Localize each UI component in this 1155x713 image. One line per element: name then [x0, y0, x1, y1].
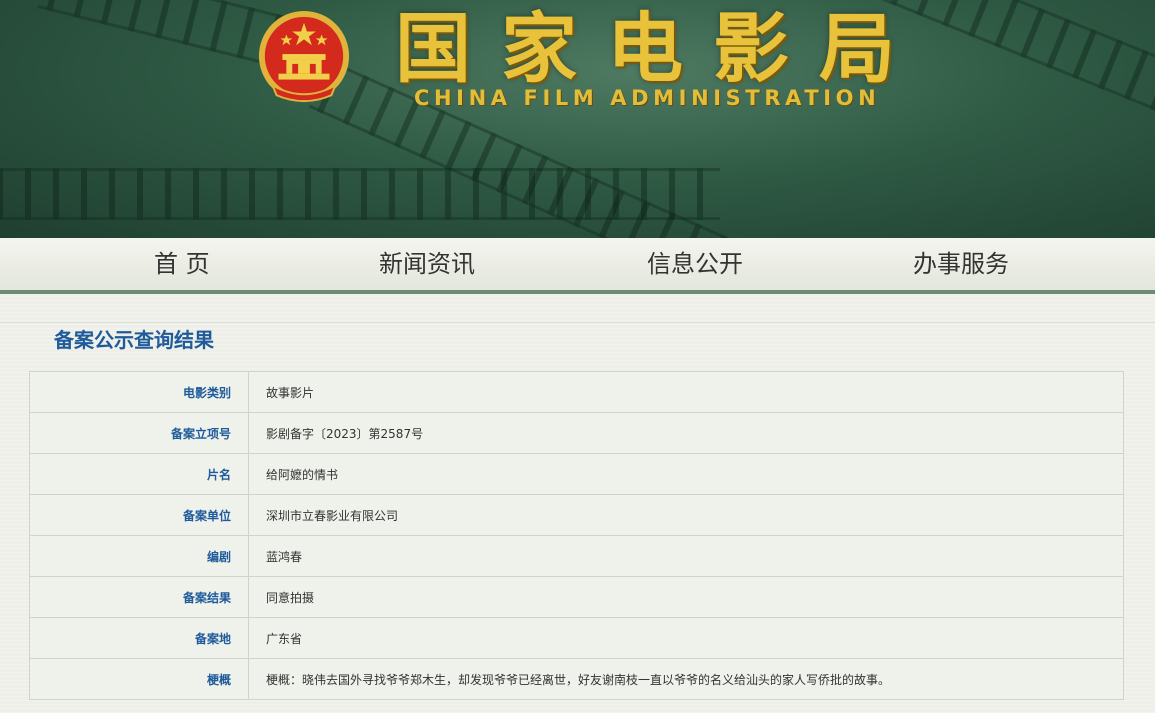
site-title-char: 家 — [501, 4, 577, 93]
table-row: 电影类别 故事影片 — [29, 371, 1124, 413]
national-emblem-icon — [258, 10, 350, 103]
row-label: 梗概 — [29, 658, 249, 700]
site-title-char: 国 — [395, 4, 471, 93]
row-value: 蓝鸿春 — [248, 535, 1124, 577]
table-row: 片名 给阿嬷的情书 — [29, 453, 1124, 495]
row-value: 梗概：晓伟去国外寻找爷爷郑木生，却发现爷爷已经离世，好友谢南枝一直以爷爷的名义给… — [248, 658, 1124, 700]
main-nav: 首 页 新闻资讯 信息公开 办事服务 — [0, 238, 1155, 294]
filing-result-table: 电影类别 故事影片 备案立项号 影剧备字〔2023〕第2587号 片名 给阿嬷的… — [29, 371, 1124, 700]
row-label: 电影类别 — [29, 371, 249, 413]
nav-item-news[interactable]: 新闻资讯 — [379, 238, 475, 290]
film-strip-decoration — [881, 0, 1155, 121]
divider — [0, 322, 1155, 323]
row-value: 同意拍摄 — [248, 576, 1124, 618]
table-row: 梗概 梗概：晓伟去国外寻找爷爷郑木生，却发现爷爷已经离世，好友谢南枝一直以爷爷的… — [29, 658, 1124, 700]
site-title-char: 电 — [607, 4, 683, 93]
table-row: 备案立项号 影剧备字〔2023〕第2587号 — [29, 412, 1124, 454]
row-value: 给阿嬷的情书 — [248, 453, 1124, 495]
row-label: 备案地 — [29, 617, 249, 659]
row-label: 备案单位 — [29, 494, 249, 536]
table-row: 备案地 广东省 — [29, 617, 1124, 659]
row-value: 广东省 — [248, 617, 1124, 659]
table-row: 编剧 蓝鸿春 — [29, 535, 1124, 577]
header-banner: 国 家 电 影 局 CHINA FILM ADMINISTRATION — [0, 0, 1155, 238]
row-value: 影剧备字〔2023〕第2587号 — [248, 412, 1124, 454]
nav-item-services[interactable]: 办事服务 — [913, 238, 1009, 290]
row-label: 编剧 — [29, 535, 249, 577]
site-subtitle: CHINA FILM ADMINISTRATION — [414, 86, 881, 110]
main-content: 备案公示查询结果 电影类别 故事影片 备案立项号 影剧备字〔2023〕第2587… — [0, 296, 1155, 713]
table-row: 备案单位 深圳市立春影业有限公司 — [29, 494, 1124, 536]
row-value: 深圳市立春影业有限公司 — [248, 494, 1124, 536]
row-label: 备案立项号 — [29, 412, 249, 454]
nav-item-home[interactable]: 首 页 — [154, 238, 210, 290]
row-label: 备案结果 — [29, 576, 249, 618]
site-title-char: 局 — [819, 4, 895, 93]
table-row: 备案结果 同意拍摄 — [29, 576, 1124, 618]
row-value: 故事影片 — [248, 371, 1124, 413]
site-title-char: 影 — [713, 4, 789, 93]
nav-item-info-disclosure[interactable]: 信息公开 — [647, 238, 743, 290]
row-label: 片名 — [29, 453, 249, 495]
site-title: 国 家 电 影 局 — [395, 4, 895, 94]
page-title: 备案公示查询结果 — [54, 328, 214, 352]
